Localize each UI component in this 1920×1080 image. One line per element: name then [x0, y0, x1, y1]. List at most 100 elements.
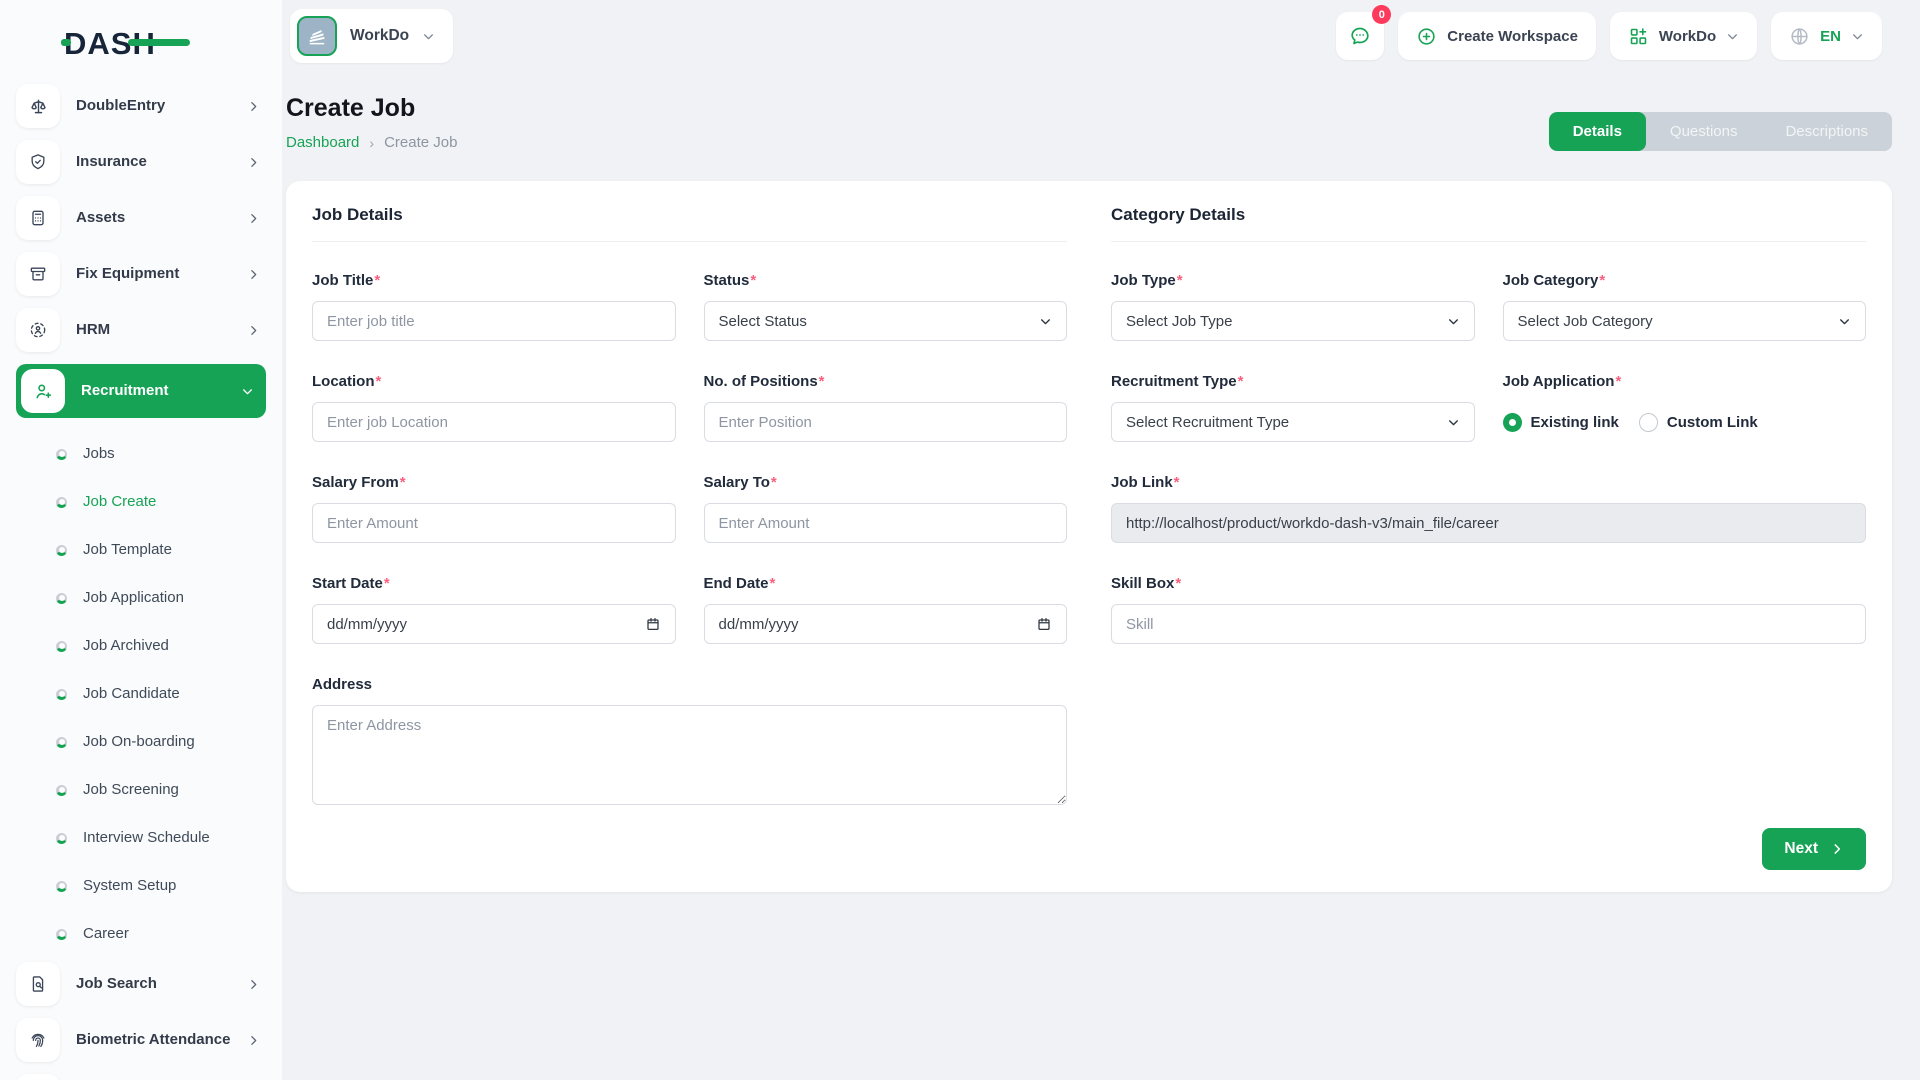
language-code: EN	[1820, 28, 1841, 45]
address-field: Address	[312, 676, 1067, 810]
skill-input[interactable]	[1111, 604, 1866, 644]
create-workspace-button[interactable]: Create Workspace	[1398, 12, 1596, 60]
recruitment-type-select[interactable]: Select Recruitment Type	[1111, 402, 1475, 442]
create-job-card: Job Details Job Title* Status* Select St…	[286, 181, 1892, 892]
category-details-heading: Category Details	[1111, 205, 1866, 242]
chevron-down-icon	[422, 30, 435, 43]
existing-link-radio[interactable]: Existing link	[1503, 413, 1619, 432]
chevron-right-icon	[247, 156, 260, 169]
chevron-down-icon	[1838, 315, 1851, 328]
job-title-field: Job Title*	[312, 272, 676, 341]
job-category-select[interactable]: Select Job Category	[1503, 301, 1867, 341]
bullet-ring-icon	[56, 689, 67, 700]
person-plus-icon	[21, 369, 65, 413]
bullet-ring-icon	[56, 497, 67, 508]
bullet-ring-icon	[56, 737, 67, 748]
workdo-apps-dropdown[interactable]: WorkDo	[1610, 12, 1757, 60]
job-link-readonly-input: http://localhost/product/workdo-dash-v3/…	[1111, 503, 1866, 543]
start-date-input[interactable]: dd/mm/yyyy	[312, 604, 676, 644]
bullet-ring-icon	[56, 449, 67, 460]
job-type-field: Job Type* Select Job Type	[1111, 272, 1475, 341]
job-application-field: Job Application* Existing link Custom Li…	[1503, 373, 1867, 442]
sidebar-item-job-archived[interactable]: Job Archived	[16, 622, 266, 670]
location-input[interactable]	[312, 402, 676, 442]
start-date-field: Start Date* dd/mm/yyyy	[312, 575, 676, 644]
bullet-ring-icon	[56, 593, 67, 604]
end-date-input[interactable]: dd/mm/yyyy	[704, 604, 1068, 644]
job-type-select[interactable]: Select Job Type	[1111, 301, 1475, 341]
recruitment-type-field: Recruitment Type* Select Recruitment Typ…	[1111, 373, 1475, 442]
skill-box-field: Skill Box*	[1111, 575, 1866, 644]
sidebar-item-interview-schedule[interactable]: Interview Schedule	[16, 814, 266, 862]
chat-bubble-icon	[1348, 24, 1372, 48]
job-application-radio-group: Existing link Custom Link	[1503, 402, 1867, 442]
document-search-icon	[16, 962, 60, 1006]
positions-field: No. of Positions*	[704, 373, 1068, 442]
sidebar-item-doubleentry[interactable]: DoubleEntry	[16, 84, 266, 128]
tab-details[interactable]: Details	[1549, 112, 1646, 151]
globe-icon	[1789, 26, 1810, 47]
sidebar-item-job-search[interactable]: Job Search	[16, 962, 266, 1006]
chevron-right-icon	[1830, 842, 1844, 856]
status-field: Status* Select Status	[704, 272, 1068, 341]
positions-input[interactable]	[704, 402, 1068, 442]
chevron-down-icon	[1447, 315, 1460, 328]
bullet-ring-icon	[56, 545, 67, 556]
sidebar-item-job-candidate[interactable]: Job Candidate	[16, 670, 266, 718]
sidebar-item-insurance[interactable]: Insurance	[16, 140, 266, 184]
sidebar: DASH DoubleEntry Insurance	[0, 0, 282, 1080]
address-textarea[interactable]	[312, 705, 1067, 805]
chevron-right-icon	[247, 212, 260, 225]
sidebar-item-recruitment[interactable]: Recruitment	[16, 364, 266, 418]
salary-from-input[interactable]	[312, 503, 676, 543]
workspace-selector[interactable]: WorkDo	[290, 9, 453, 63]
tab-descriptions[interactable]: Descriptions	[1761, 112, 1892, 151]
job-title-input[interactable]	[312, 301, 676, 341]
location-field: Location*	[312, 373, 676, 442]
bullet-ring-icon	[56, 881, 67, 892]
next-button[interactable]: Next	[1762, 828, 1866, 870]
job-details-heading: Job Details	[312, 205, 1067, 242]
sidebar-item-fix-equipment[interactable]: Fix Equipment	[16, 252, 266, 296]
sidebar-item-hrm[interactable]: HRM	[16, 308, 266, 352]
chevron-right-icon	[247, 1034, 260, 1047]
sidebar-item-system-setup[interactable]: System Setup	[16, 862, 266, 910]
breadcrumb-dashboard-link[interactable]: Dashboard	[286, 134, 359, 151]
form-step-tabs: Details Questions Descriptions	[1549, 112, 1892, 151]
tab-questions[interactable]: Questions	[1646, 112, 1762, 151]
chevron-down-icon	[1726, 30, 1739, 43]
salary-to-field: Salary To*	[704, 474, 1068, 543]
sidebar-item-job-onboarding[interactable]: Job On-boarding	[16, 718, 266, 766]
scale-icon	[16, 84, 60, 128]
bullet-ring-icon	[56, 785, 67, 796]
sidebar-item-biometric-attendance[interactable]: Biometric Attendance	[16, 1018, 266, 1062]
sidebar-item-jobs[interactable]: Jobs	[16, 430, 266, 478]
notification-badge: 0	[1372, 5, 1391, 24]
sidebar-item-job-application[interactable]: Job Application	[16, 574, 266, 622]
chevron-down-icon	[241, 385, 254, 398]
sidebar-item-assets[interactable]: Assets	[16, 196, 266, 240]
logo-dash-decoration	[128, 39, 190, 46]
chevron-right-icon	[247, 100, 260, 113]
building-icon	[297, 16, 337, 56]
sidebar-item-job-create[interactable]: Job Create	[16, 478, 266, 526]
calculator-icon	[16, 196, 60, 240]
salary-to-input[interactable]	[704, 503, 1068, 543]
job-details-section: Job Details Job Title* Status* Select St…	[312, 205, 1067, 810]
radio-unselected-icon	[1639, 413, 1658, 432]
custom-link-radio[interactable]: Custom Link	[1639, 413, 1758, 432]
archive-icon	[16, 252, 60, 296]
messenger-button[interactable]: 0	[1336, 12, 1384, 60]
status-select[interactable]: Select Status	[704, 301, 1068, 341]
logo-dot-decoration	[61, 39, 71, 46]
main-content: Create Job Dashboard › Create Job Detail…	[282, 72, 1920, 1080]
job-category-field: Job Category* Select Job Category	[1503, 272, 1867, 341]
app-logo[interactable]: DASH	[64, 26, 156, 62]
end-date-field: End Date* dd/mm/yyyy	[704, 575, 1068, 644]
sidebar-item-career[interactable]: Career	[16, 910, 266, 958]
sidebar-item-job-screening[interactable]: Job Screening	[16, 766, 266, 814]
language-selector[interactable]: EN	[1771, 12, 1882, 60]
fingerprint-icon	[16, 1018, 60, 1062]
sidebar-item-procurement[interactable]: Procurement	[16, 1074, 266, 1080]
sidebar-item-job-template[interactable]: Job Template	[16, 526, 266, 574]
